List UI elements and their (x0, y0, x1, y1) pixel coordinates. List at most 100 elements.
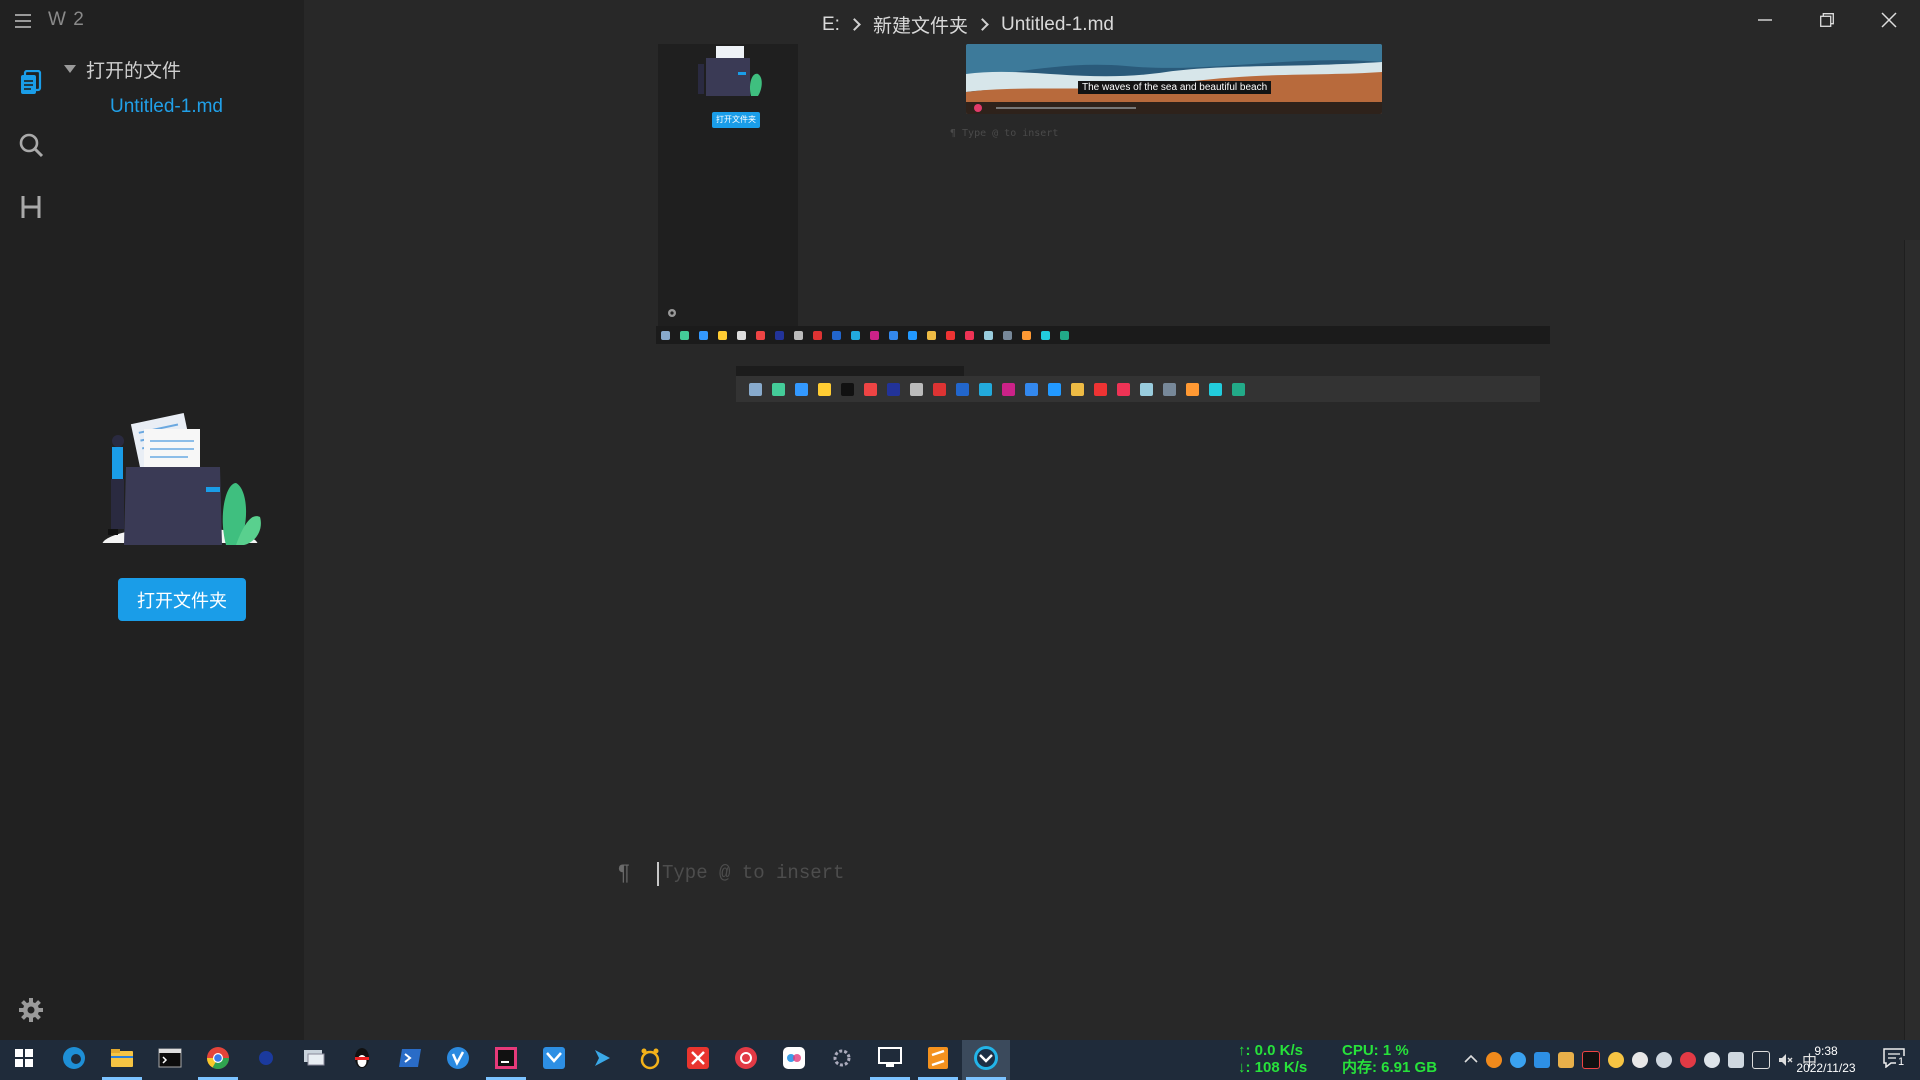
taskbar-remote[interactable] (290, 1040, 338, 1080)
mini-app-icon (1060, 330, 1069, 340)
mini-app-icon (699, 330, 708, 340)
clock[interactable]: 9:38 2022/11/23 (1788, 1043, 1864, 1077)
taskbar-app-settings[interactable] (818, 1040, 866, 1080)
open-files-label: 打开的文件 (86, 60, 182, 82)
mini-app-icon (1041, 330, 1050, 340)
cog-icon (831, 1047, 853, 1074)
settings-gear-icon[interactable] (17, 996, 45, 1024)
mini-app-icon (756, 330, 765, 340)
chrome-icon (206, 1046, 230, 1075)
cube-icon (782, 1046, 806, 1075)
editor-scrollbar[interactable] (1904, 240, 1920, 1040)
mini-app-icon (864, 382, 877, 396)
taskbar-remote-desktop[interactable] (866, 1040, 914, 1080)
search-button[interactable] (0, 122, 62, 172)
notification-center-button[interactable]: 1 (1868, 1040, 1920, 1080)
mini-app-icon (1071, 382, 1084, 396)
paragraph-mark-icon[interactable]: ¶ (618, 860, 630, 886)
headings-button[interactable] (0, 184, 62, 234)
taskbar-powershell[interactable] (386, 1040, 434, 1080)
network-speed-monitor: ↑: 0.0 K/s ↓: 108 K/s (1238, 1042, 1307, 1076)
mini-app-icon (851, 330, 860, 340)
taskbar-terminal[interactable] (146, 1040, 194, 1080)
text-cursor (657, 862, 659, 886)
mini-app-icon (1186, 382, 1199, 396)
edge-icon (62, 1046, 86, 1075)
files-button[interactable] (0, 60, 62, 110)
open-file-item[interactable]: Untitled-1.md (110, 96, 223, 118)
start-button[interactable] (0, 1040, 48, 1080)
minimize-button[interactable] (1734, 0, 1796, 44)
taskbar-qq[interactable] (338, 1040, 386, 1080)
embedded-strip (736, 366, 964, 376)
taskbar-mail[interactable] (530, 1040, 578, 1080)
taskbar-intellij[interactable] (482, 1040, 530, 1080)
powershell-icon (398, 1048, 422, 1073)
sidebar: W 2 打开的文件 Untitled-1.md 打开文件夹 (0, 0, 304, 1040)
embedded-image-caption: The waves of the sea and beautiful beach (1078, 81, 1272, 94)
taskbar-app[interactable] (242, 1040, 290, 1080)
clock-date: 2022/11/23 (1796, 1061, 1856, 1075)
tray-chat-icon[interactable] (1510, 1052, 1526, 1068)
net-up: ↑: 0.0 K/s (1238, 1042, 1304, 1059)
tray-sync-icon[interactable] (1656, 1052, 1672, 1068)
mini-app-icon (795, 382, 808, 396)
embedded-screenshot-sidebar: 打开文件夹 (658, 44, 798, 326)
taskbar-w2-editor[interactable] (962, 1040, 1010, 1080)
files-icon (19, 69, 43, 101)
onedrive-cloud-icon[interactable] (1704, 1052, 1720, 1068)
tray-red-app-icon[interactable] (1680, 1052, 1696, 1068)
tray-cat-icon[interactable] (1558, 1052, 1574, 1068)
taskbar-app-paw[interactable] (626, 1040, 674, 1080)
taskbar-edge[interactable] (50, 1040, 98, 1080)
taskbar-app-v[interactable] (434, 1040, 482, 1080)
embedded-taskbar-screenshot-2 (736, 376, 1540, 402)
mini-app-icon (870, 330, 879, 340)
tray-expand-chevron-icon[interactable] (1464, 1051, 1478, 1069)
folder-icon (110, 1047, 134, 1074)
paw-icon (638, 1046, 662, 1075)
tray-app-icon[interactable] (1632, 1052, 1648, 1068)
mini-app-icon (680, 330, 689, 340)
music-icon (734, 1046, 758, 1075)
tray-search-icon[interactable] (1486, 1052, 1502, 1068)
taskbar-chrome[interactable] (194, 1040, 242, 1080)
title-bar: E: 新建文件夹 Untitled-1.md (304, 0, 1920, 44)
system-monitor: CPU: 1 % 内存: 6.91 GB (1342, 1042, 1437, 1076)
taskbar-app-x[interactable] (674, 1040, 722, 1080)
notification-icon: 1 (1883, 1047, 1907, 1073)
editor-placeholder[interactable]: Type @ to insert (662, 862, 844, 884)
open-files-header[interactable]: 打开的文件 (64, 56, 181, 82)
mini-app-icon (1163, 382, 1176, 396)
taskbar-sublime[interactable] (914, 1040, 962, 1080)
battery-icon[interactable] (1728, 1052, 1744, 1068)
breadcrumb-file[interactable]: Untitled-1.md (1001, 14, 1114, 36)
breadcrumb-drive[interactable]: E: (822, 14, 840, 36)
taskbar-app-cube[interactable] (770, 1040, 818, 1080)
taskbar-explorer[interactable] (98, 1040, 146, 1080)
taskbar-music[interactable] (722, 1040, 770, 1080)
restore-button[interactable] (1796, 0, 1858, 44)
mini-app-icon (979, 382, 992, 396)
open-folder-button[interactable]: 打开文件夹 (118, 578, 246, 621)
close-button[interactable] (1858, 0, 1920, 44)
editor-app-icon (973, 1045, 999, 1076)
clock-time: 9:38 (1814, 1044, 1838, 1058)
mini-app-icon (1209, 382, 1222, 396)
network-icon[interactable] (1752, 1051, 1770, 1069)
taskbar-app-arrow[interactable] (578, 1040, 626, 1080)
mini-app-icon (1048, 382, 1061, 396)
editor-area[interactable] (304, 44, 1904, 1040)
tray-qq-icon[interactable] (1582, 1051, 1600, 1069)
mini-app-icon (772, 382, 785, 396)
mini-app-icon (818, 382, 831, 396)
chevron-right-icon (848, 18, 861, 31)
computer-icon (302, 1047, 326, 1074)
tray-mail-icon[interactable] (1534, 1052, 1550, 1068)
tray-weather-icon[interactable] (1608, 1052, 1624, 1068)
intellij-icon (494, 1046, 518, 1075)
breadcrumb-folder[interactable]: 新建文件夹 (873, 11, 968, 38)
mini-app-icon (927, 330, 936, 340)
windows-taskbar: ↑: 0.0 K/s ↓: 108 K/s CPU: 1 % 内存: 6.91 GB… (0, 1040, 1920, 1080)
activity-bar (0, 0, 62, 1040)
